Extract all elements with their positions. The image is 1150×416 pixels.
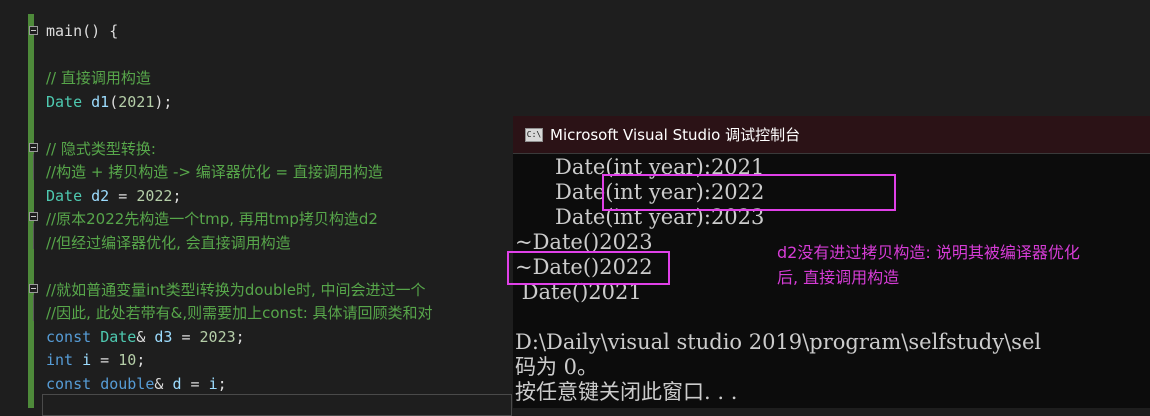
code-line[interactable]: //就如普通变量int类型i转换为double时, 中间会进过一个	[46, 280, 426, 300]
code-token: ;	[136, 351, 146, 369]
console-output-line: 按任意键关闭此窗口. . .	[515, 380, 738, 404]
console-app-icon: C:\	[525, 128, 543, 142]
code-token: ;	[235, 327, 245, 346]
annotation-note: d2没有进过拷贝构造: 说明其被编译器优化 后, 直接调用构造	[777, 240, 1137, 290]
fold-guide	[33, 295, 34, 321]
code-token: i	[82, 351, 92, 369]
code-token: =	[91, 351, 119, 369]
highlight-box-destructor-2022	[507, 251, 670, 285]
code-token: ;	[172, 186, 182, 205]
current-line-highlight	[42, 394, 512, 416]
code-token: =	[172, 327, 200, 346]
code-token: 10	[118, 351, 137, 369]
code-line[interactable]: //构造 + 拷贝构造 -> 编译器优化 = 直接调用构造	[46, 162, 383, 182]
console-output-line: 码为 0。	[515, 355, 599, 379]
code-token: //就如普通变量int类型i转换为double时, 中间会进过一个	[46, 280, 426, 299]
code-token: =	[181, 374, 209, 393]
code-token: //构造 + 拷贝构造 -> 编译器优化 = 直接调用构造	[46, 163, 383, 181]
code-token: const	[46, 327, 92, 346]
code-token: ;	[217, 374, 227, 393]
code-line[interactable]: //原本2022先构造一个tmp, 再用tmp拷贝构造d2	[46, 209, 378, 229]
code-token: // 隐式类型转换:	[46, 139, 156, 158]
fold-toggle-comment-block-1[interactable]	[29, 143, 38, 152]
code-token: 2022	[136, 186, 173, 205]
code-token: d3	[154, 327, 173, 346]
code-token: &	[154, 374, 173, 393]
fold-toggle-comment-block-3[interactable]	[29, 284, 38, 293]
code-token: const	[46, 374, 92, 393]
code-token: Date	[46, 92, 83, 111]
console-title: Microsoft Visual Studio 调试控制台	[550, 126, 801, 144]
code-token: //但经过编译器优化, 会直接调用构造	[46, 233, 291, 252]
change-tracking-bar	[28, 14, 34, 408]
fold-guide	[33, 154, 34, 180]
code-line[interactable]: Date d1(2021);	[46, 92, 172, 112]
code-token: =	[109, 186, 137, 205]
code-line[interactable]: // 隐式类型转换:	[46, 139, 156, 159]
code-line[interactable]: int i = 10;	[46, 350, 145, 370]
code-token: 2023	[199, 327, 236, 346]
code-token: double	[100, 374, 155, 393]
code-line[interactable]: const double& d = i;	[46, 374, 227, 394]
annotation-note-line-2: 后, 直接调用构造	[777, 268, 900, 287]
code-line[interactable]: //因此, 此处若带有&,则需要加上const: 具体请回顾类和对	[46, 303, 433, 323]
fold-toggle-main[interactable]	[29, 26, 38, 35]
code-token: );	[154, 92, 173, 111]
code-token: &	[136, 327, 155, 346]
code-token: d1	[91, 92, 110, 111]
code-line[interactable]: main() {	[46, 21, 118, 41]
code-token: i	[208, 374, 218, 393]
code-token: d2	[91, 186, 110, 205]
code-token: //因此, 此处若带有&,则需要加上const: 具体请回顾类和对	[46, 304, 433, 322]
console-output-line: D:\Daily\visual studio 2019\program\self…	[515, 330, 1042, 354]
highlight-box-date-2022	[602, 174, 896, 211]
console-titlebar[interactable]: C:\ Microsoft Visual Studio 调试控制台	[513, 116, 1150, 154]
code-token: Date	[100, 327, 137, 346]
fold-guide	[33, 223, 34, 249]
code-token: // 直接调用构造	[46, 69, 151, 87]
code-line[interactable]: //但经过编译器优化, 会直接调用构造	[46, 233, 291, 253]
code-token: int	[46, 351, 74, 369]
code-line[interactable]: const Date& d3 = 2023;	[46, 327, 245, 347]
code-line[interactable]: // 直接调用构造	[46, 68, 151, 88]
code-token: main() {	[46, 22, 119, 40]
fold-toggle-comment-block-2[interactable]	[29, 212, 38, 221]
annotation-note-line-1: d2没有进过拷贝构造: 说明其被编译器优化	[777, 243, 1080, 262]
code-token: //原本2022先构造一个tmp, 再用tmp拷贝构造d2	[46, 210, 378, 228]
code-line[interactable]: Date d2 = 2022;	[46, 186, 181, 206]
code-token: (	[109, 92, 119, 111]
code-token: Date	[46, 186, 83, 205]
code-token: 2021	[118, 92, 155, 111]
